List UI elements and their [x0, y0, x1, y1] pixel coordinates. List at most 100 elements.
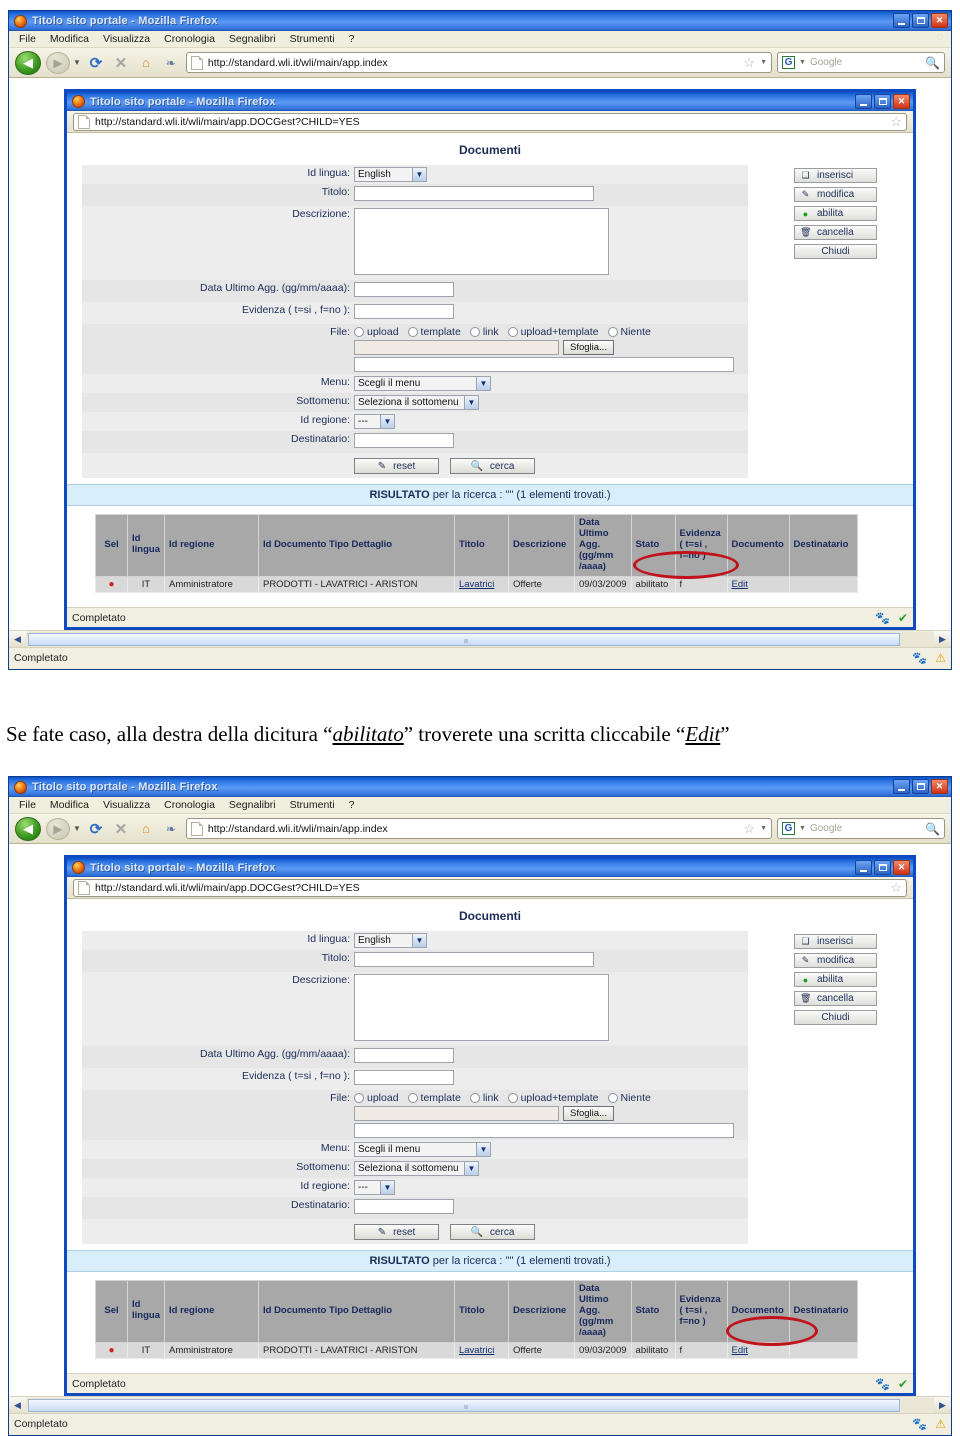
input-file-path[interactable] [354, 1106, 559, 1121]
adblock-icon[interactable]: 🐾 [912, 1417, 927, 1431]
radio-upload-template[interactable]: upload+template [507, 326, 599, 338]
url-bar[interactable]: http://standard.wli.it/wli/main/app.inde… [185, 818, 772, 839]
popup-close-button[interactable]: ✕ [893, 860, 910, 875]
stop-icon[interactable]: ✕ [111, 54, 131, 72]
scroll-right-arrow-icon[interactable]: ▶ [934, 630, 951, 648]
back-arrow-icon[interactable]: ◀ [15, 50, 41, 75]
close-button[interactable]: ✕ [931, 779, 948, 794]
popup-maximize-button[interactable] [874, 94, 891, 109]
magnifier-icon[interactable]: 🔍 [925, 56, 940, 70]
reset-button[interactable]: ✎ reset [354, 458, 439, 474]
scroll-left-arrow-icon[interactable]: ◀ [9, 630, 26, 648]
menu-item-visualizza[interactable]: Visualizza [103, 33, 150, 45]
browse-button[interactable]: Sfoglia... [563, 1106, 614, 1121]
menu-item-segnalibri[interactable]: Segnalibri [229, 799, 276, 811]
select-row-icon[interactable]: ● [108, 579, 114, 590]
menu-item-cronologia[interactable]: Cronologia [164, 799, 215, 811]
edit-link[interactable]: Edit [732, 579, 748, 590]
star-icon[interactable]: ☆ [890, 880, 902, 896]
reload-icon[interactable]: ⟳ [86, 54, 106, 72]
popup-close-button[interactable]: ✕ [893, 94, 910, 109]
textarea-descrizione[interactable] [354, 208, 609, 275]
reload-icon[interactable]: ⟳ [86, 820, 106, 838]
cell-sel[interactable]: ● [95, 1341, 128, 1359]
select-menu[interactable]: Scegli il menu ▼ [354, 1142, 491, 1157]
abilita-button[interactable]: ● abilita [794, 206, 877, 221]
home-icon[interactable]: ⌂ [136, 821, 156, 836]
minimize-button[interactable] [893, 13, 910, 28]
inserisci-button[interactable]: ❑ inserisci [794, 168, 877, 183]
input-titolo[interactable] [354, 186, 594, 201]
chiudi-button[interactable]: Chiudi [794, 1010, 877, 1025]
popup-url-bar[interactable]: http://standard.wli.it/wli/main/app.DOCG… [73, 112, 907, 131]
titolo-link[interactable]: Lavatrici [459, 1345, 494, 1356]
forward-arrow-icon[interactable]: ▶ [46, 817, 70, 840]
input-link-url[interactable] [354, 1123, 734, 1138]
radio-upload[interactable]: upload [354, 1092, 399, 1104]
menu-item-visualizza[interactable]: Visualizza [103, 799, 150, 811]
edit-link[interactable]: Edit [732, 1345, 748, 1356]
horizontal-scrollbar[interactable]: ◀ ▶ [9, 630, 951, 648]
search-bar[interactable]: G ▼ Google 🔍 [777, 818, 945, 839]
maximize-button[interactable] [912, 779, 929, 794]
menu-item-file[interactable]: File [19, 799, 36, 811]
adblock-icon[interactable]: 🐾 [912, 651, 927, 665]
radio-niente[interactable]: Niente [607, 326, 651, 338]
chevron-down-icon[interactable]: ▼ [760, 825, 767, 832]
titolo-link[interactable]: Lavatrici [459, 579, 494, 590]
minimize-button[interactable] [893, 779, 910, 794]
menu-item-strumenti[interactable]: Strumenti [290, 799, 335, 811]
back-arrow-icon[interactable]: ◀ [15, 816, 41, 841]
popup-minimize-button[interactable] [855, 860, 872, 875]
menu-item-modifica[interactable]: Modifica [50, 799, 89, 811]
modifica-button[interactable]: ✎ modifica [794, 187, 877, 202]
menu-item-help[interactable]: ? [349, 799, 355, 811]
select-sottomenu[interactable]: Seleziona il sottomenu ▼ [354, 395, 479, 410]
select-id-lingua[interactable]: English ▼ [354, 933, 427, 948]
warning-icon[interactable]: ⚠ [935, 1417, 946, 1431]
select-id-regione[interactable]: --- ▼ [354, 414, 395, 429]
select-row-icon[interactable]: ● [108, 1345, 114, 1356]
menu-item-file[interactable]: File [19, 33, 36, 45]
scroll-right-arrow-icon[interactable]: ▶ [934, 1396, 951, 1414]
popup-url-bar[interactable]: http://standard.wli.it/wli/main/app.DOCG… [73, 878, 907, 897]
cell-documento[interactable]: Edit [726, 575, 790, 593]
input-evidenza[interactable] [354, 1070, 454, 1085]
menu-item-segnalibri[interactable]: Segnalibri [229, 33, 276, 45]
search-input[interactable]: Google [810, 823, 921, 834]
bookmarks-icon[interactable]: ❧ [161, 822, 181, 836]
bookmarks-icon[interactable]: ❧ [161, 56, 181, 70]
input-link-url[interactable] [354, 357, 734, 372]
menu-item-cronologia[interactable]: Cronologia [164, 33, 215, 45]
abilita-button[interactable]: ● abilita [794, 972, 877, 987]
scroll-thumb[interactable] [28, 632, 900, 646]
menu-item-help[interactable]: ? [349, 33, 355, 45]
warning-icon[interactable]: ⚠ [935, 651, 946, 665]
search-button[interactable]: 🔍 cerca [449, 1224, 535, 1240]
cancella-button[interactable]: 🗑 cancella [794, 991, 877, 1006]
radio-upload[interactable]: upload [354, 326, 399, 338]
url-bar[interactable]: http://standard.wli.it/wli/main/app.inde… [185, 52, 772, 73]
radio-niente[interactable]: Niente [607, 1092, 651, 1104]
input-data-ultimo-agg[interactable] [354, 282, 454, 297]
input-file-path[interactable] [354, 340, 559, 355]
star-icon[interactable]: ☆ [743, 821, 755, 837]
cancella-button[interactable]: 🗑 cancella [794, 225, 877, 240]
cell-titolo[interactable]: Lavatrici [453, 1341, 509, 1359]
cell-titolo[interactable]: Lavatrici [453, 575, 509, 593]
star-icon[interactable]: ☆ [743, 55, 755, 71]
search-engine-chevron-icon[interactable]: ▼ [799, 59, 806, 66]
adblock-icon[interactable]: 🐾 [875, 611, 890, 625]
cell-documento[interactable]: Edit [726, 1341, 790, 1359]
scroll-left-arrow-icon[interactable]: ◀ [9, 1396, 26, 1414]
history-dropdown-icon[interactable]: ▼ [73, 824, 81, 833]
textarea-descrizione[interactable] [354, 974, 609, 1041]
magnifier-icon[interactable]: 🔍 [925, 822, 940, 836]
popup-minimize-button[interactable] [855, 94, 872, 109]
select-id-lingua[interactable]: English ▼ [354, 167, 427, 182]
input-data-ultimo-agg[interactable] [354, 1048, 454, 1063]
chiudi-button[interactable]: Chiudi [794, 244, 877, 259]
modifica-button[interactable]: ✎ modifica [794, 953, 877, 968]
input-destinatario[interactable] [354, 1199, 454, 1214]
scroll-track[interactable] [26, 1397, 934, 1413]
